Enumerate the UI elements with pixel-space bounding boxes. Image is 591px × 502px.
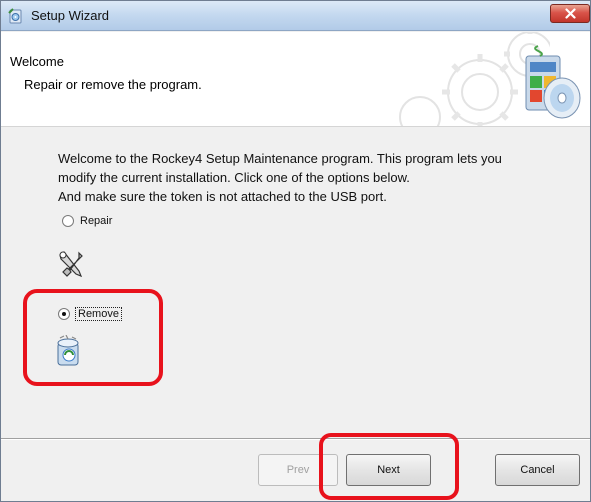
- intro-line: And make sure the token is not attached …: [58, 189, 387, 204]
- wizard-content: Welcome to the Rockey4 Setup Maintenance…: [1, 128, 590, 438]
- close-button[interactable]: [550, 4, 590, 23]
- setup-wizard-window: Setup Wizard Welcome Repair or remove th…: [0, 0, 591, 502]
- setup-app-icon: [8, 8, 22, 24]
- repair-option[interactable]: Repair: [62, 215, 112, 227]
- footer-divider: [1, 438, 590, 440]
- cancel-button[interactable]: Cancel: [495, 454, 580, 486]
- window-title: Setup Wizard: [31, 8, 110, 23]
- close-icon: [564, 8, 576, 19]
- title-bar: Setup Wizard: [1, 1, 590, 31]
- repair-radio[interactable]: [62, 215, 74, 227]
- setup-package-icon: [525, 45, 581, 119]
- next-highlight-annotation: [319, 433, 459, 500]
- repair-label[interactable]: Repair: [80, 215, 112, 227]
- tools-icon: [59, 251, 83, 278]
- header-title: Welcome: [10, 54, 64, 69]
- intro-text: Welcome to the Rockey4 Setup Maintenance…: [58, 149, 578, 206]
- wizard-header: Welcome Repair or remove the program.: [1, 32, 590, 127]
- intro-line: Welcome to the Rockey4 Setup Maintenance…: [58, 151, 502, 166]
- header-subtitle: Repair or remove the program.: [24, 77, 202, 92]
- remove-highlight-annotation: [23, 289, 163, 386]
- intro-line: modify the current installation. Click o…: [58, 170, 410, 185]
